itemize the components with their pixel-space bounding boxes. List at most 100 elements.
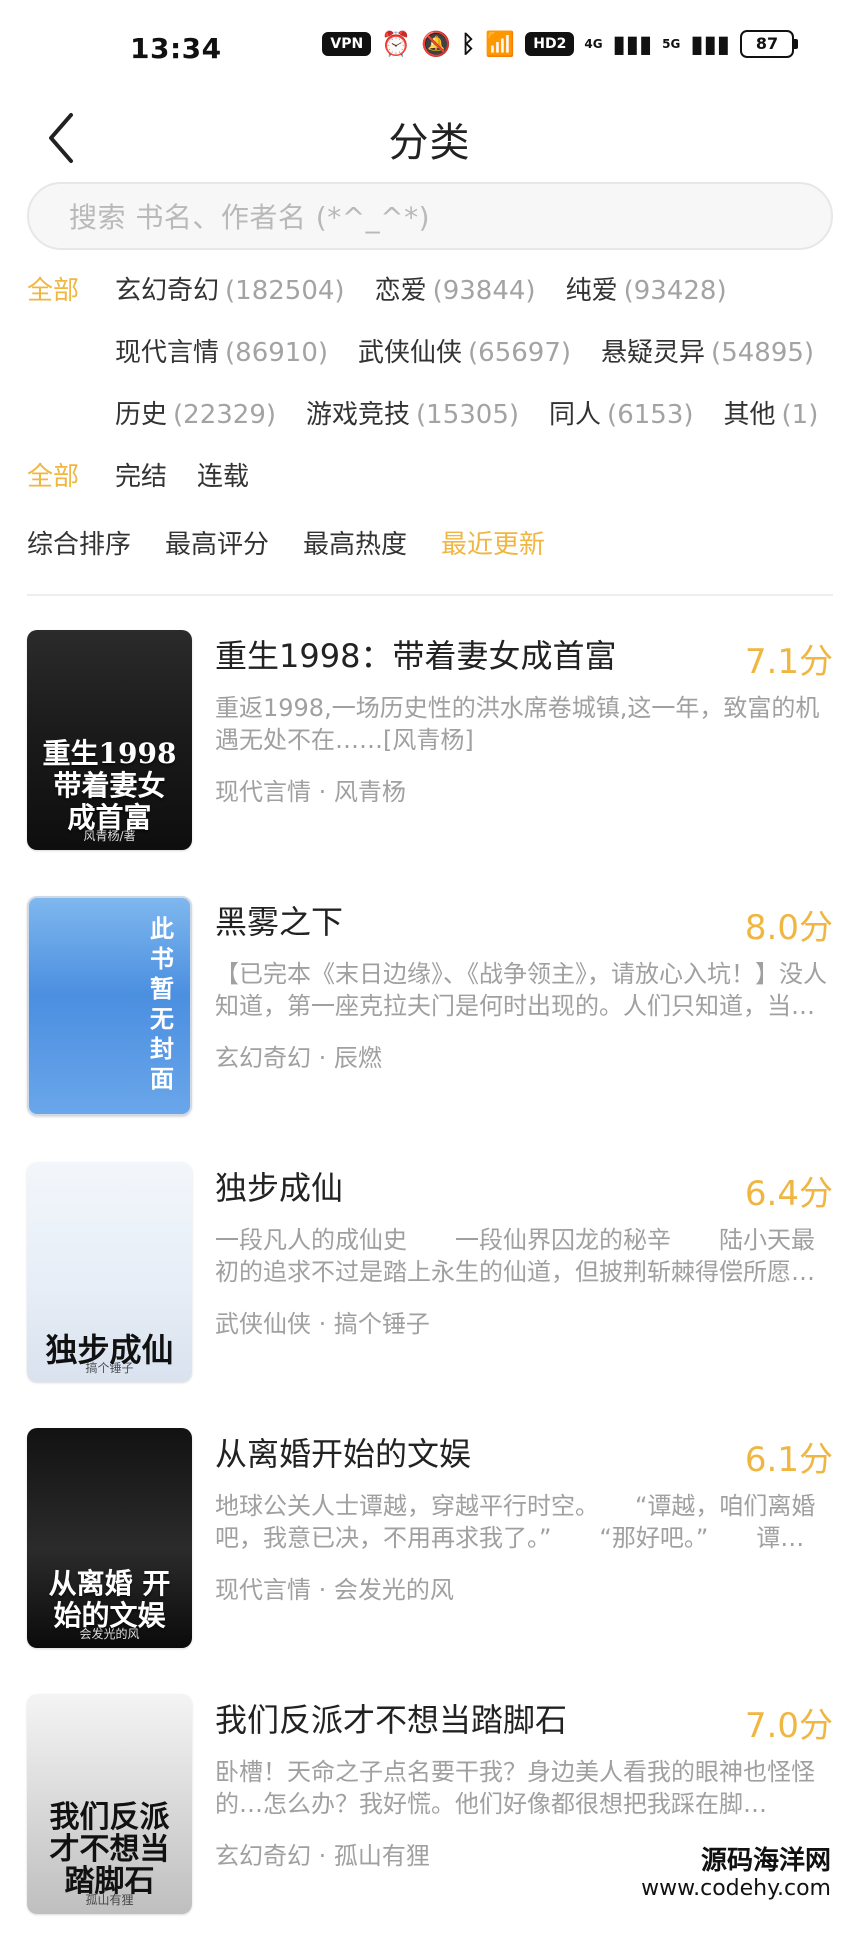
book-cover: 我们反派 才不想当 踏脚石 孤山有狸 bbox=[27, 1694, 192, 1914]
genre-filter-row: 全部 玄幻奇幻 (182504) 恋爱 (93844) 纯爱 (93428) bbox=[27, 270, 833, 332]
book-info: 武侠仙侠 · 搞个锤子 bbox=[215, 1304, 833, 1339]
cover-author: 孤山有狸 bbox=[85, 1893, 134, 1907]
top-header: 分类 bbox=[0, 100, 859, 185]
status-filter-row: 全部 完结 连载 bbox=[27, 456, 833, 518]
genre-name: 其他 bbox=[723, 400, 776, 430]
cover-title: 从离婚 开始的文娱 bbox=[48, 1567, 171, 1632]
book-info: 玄幻奇幻 · 辰燃 bbox=[215, 1038, 833, 1073]
alarm-icon: ⏰ bbox=[381, 30, 412, 58]
genre-options: 历史 (22329) 游戏竞技 (15305) 同人 (6153) 其他 (1) bbox=[115, 394, 818, 431]
book-score: 8.0分 bbox=[744, 908, 833, 948]
book-item[interactable]: 我们反派 才不想当 踏脚石 孤山有狸 我们反派才不想当踏脚石 7.0分 卧槽！天… bbox=[27, 1694, 833, 1960]
book-category: 现代言情 bbox=[215, 778, 311, 806]
genre-name: 现代言情 bbox=[115, 338, 220, 368]
status-all[interactable]: 全部 bbox=[27, 456, 115, 493]
separator-dot: · bbox=[318, 778, 334, 806]
signal-icon: ▮▮▮ bbox=[690, 30, 730, 58]
status-option[interactable]: 连载 bbox=[197, 456, 249, 493]
genre-option[interactable]: 游戏竞技 (15305) bbox=[306, 394, 519, 431]
genre-count: (86910) bbox=[225, 338, 329, 368]
separator-dot: · bbox=[318, 1576, 334, 1604]
separator-dot: · bbox=[318, 1842, 334, 1870]
genre-name: 同人 bbox=[549, 400, 602, 430]
genre-name: 武侠仙侠 bbox=[358, 338, 463, 368]
genre-option[interactable]: 悬疑灵异 (54895) bbox=[601, 332, 814, 369]
book-cover: 重生1998 带着妻女 成首富 风青杨/著 bbox=[27, 630, 192, 850]
sort-option[interactable]: 最高热度 bbox=[303, 524, 407, 561]
book-item[interactable]: 重生1998 带着妻女 成首富 风青杨/著 重生1998：带着妻女成首富 7.1… bbox=[27, 630, 833, 896]
genre-count: (15305) bbox=[416, 400, 520, 430]
mute-icon: 🔕 bbox=[421, 30, 451, 58]
book-author: 搞个锤子 bbox=[333, 1310, 430, 1338]
genre-count: (182504) bbox=[225, 276, 345, 306]
status-option[interactable]: 完结 bbox=[115, 456, 167, 493]
book-category: 玄幻奇幻 bbox=[215, 1842, 311, 1870]
genre-count: (22329) bbox=[173, 400, 277, 430]
genre-option[interactable]: 纯爱 (93428) bbox=[566, 270, 727, 307]
book-category: 现代言情 bbox=[215, 1576, 311, 1604]
book-item[interactable]: 从离婚 开始的文娱 会发光的风 从离婚开始的文娱 6.1分 地球公关人士谭越，穿… bbox=[27, 1428, 833, 1694]
cover-vertical-text: 此书暂无封面 bbox=[150, 915, 174, 1093]
book-description: 【已完本《末日边缘》、《战争领主》，请放心入坑！】没人知道，第一座克拉夫门是何时… bbox=[215, 960, 827, 1020]
book-title: 黑雾之下 bbox=[215, 903, 344, 941]
genre-options: 现代言情 (86910) 武侠仙侠 (65697) 悬疑灵异 (54895) bbox=[115, 332, 814, 369]
genre-count: (93428) bbox=[623, 276, 727, 306]
book-item[interactable]: 独步成仙 搞个锤子 独步成仙 6.4分 一段凡人的成仙史 一段仙界囚龙的秘辛 陆… bbox=[27, 1162, 833, 1428]
genre-option[interactable]: 恋爱 (93844) bbox=[375, 270, 536, 307]
page-title: 分类 bbox=[388, 120, 471, 166]
status-icons: VPN ⏰ 🔕 ᛒ 📶 HD2 4G ▮▮▮ 5G ▮▮▮ 87 bbox=[322, 30, 798, 58]
book-title: 从离婚开始的文娱 bbox=[215, 1435, 472, 1473]
book-description: 地球公关人士谭越，穿越平行时空。 “谭越，咱们离婚吧，我意已决，不用再求我了。”… bbox=[215, 1492, 816, 1552]
separator-dot: · bbox=[318, 1044, 334, 1072]
watermark-line-1: 源码海洋网 bbox=[700, 1846, 831, 1876]
book-description: 重返1998,一场历史性的洪水席卷城镇,这一年，致富的机遇无处不在……[风青杨] bbox=[215, 694, 820, 754]
status-bar: 13:34 VPN ⏰ 🔕 ᛒ 📶 HD2 4G ▮▮▮ 5G ▮▮▮ 87 bbox=[0, 0, 859, 100]
book-cover: 独步成仙 搞个锤子 bbox=[27, 1162, 192, 1382]
book-cover: 此书暂无封面 bbox=[27, 896, 192, 1116]
book-info: 现代言情 · 会发光的风 bbox=[215, 1570, 833, 1605]
sort-option[interactable]: 最高评分 bbox=[165, 524, 269, 561]
battery-indicator: 87 bbox=[740, 30, 798, 58]
genre-option[interactable]: 历史 (22329) bbox=[115, 394, 276, 431]
genre-options: 玄幻奇幻 (182504) 恋爱 (93844) 纯爱 (93428) bbox=[115, 270, 727, 307]
book-meta: 我们反派才不想当踏脚石 7.0分 卧槽！天命之子点名要干我？身边美人看我的眼神也… bbox=[215, 1694, 833, 1960]
genre-filter-row-3: 历史 (22329) 游戏竞技 (15305) 同人 (6153) 其他 (1) bbox=[27, 394, 833, 456]
book-author: 孤山有狸 bbox=[333, 1842, 430, 1870]
signal-icon: ▮▮▮ bbox=[612, 30, 653, 58]
book-category: 玄幻奇幻 bbox=[215, 1044, 311, 1072]
book-title: 我们反派才不想当踏脚石 bbox=[215, 1701, 568, 1739]
sort-option[interactable]: 综合排序 bbox=[27, 524, 131, 561]
cover-author: 会发光的风 bbox=[79, 1627, 140, 1641]
network-4g-label: 4G bbox=[584, 37, 603, 51]
genre-option[interactable]: 现代言情 (86910) bbox=[115, 332, 328, 369]
sort-row: 综合排序 最高评分 最高热度 最近更新 bbox=[27, 524, 833, 561]
genre-count: (54895) bbox=[711, 338, 815, 368]
cover-author: 搞个锤子 bbox=[85, 1361, 134, 1375]
book-list: 重生1998 带着妻女 成首富 风青杨/著 重生1998：带着妻女成首富 7.1… bbox=[27, 630, 833, 1960]
genre-name: 玄幻奇幻 bbox=[115, 276, 220, 306]
genre-option[interactable]: 其他 (1) bbox=[724, 394, 819, 431]
genre-name: 恋爱 bbox=[374, 276, 427, 306]
genre-filter-row-2: 现代言情 (86910) 武侠仙侠 (65697) 悬疑灵异 (54895) bbox=[27, 332, 833, 394]
book-meta: 独步成仙 6.4分 一段凡人的成仙史 一段仙界囚龙的秘辛 陆小天最初的追求不过是… bbox=[215, 1162, 833, 1428]
genre-option[interactable]: 武侠仙侠 (65697) bbox=[358, 332, 571, 369]
genre-option[interactable]: 玄幻奇幻 (182504) bbox=[115, 270, 345, 307]
book-item[interactable]: 此书暂无封面 黑雾之下 8.0分 【已完本《末日边缘》、《战争领主》，请放心入坑… bbox=[27, 896, 833, 1162]
battery-level: 87 bbox=[755, 34, 779, 53]
network-5g-label: 5G bbox=[662, 37, 681, 51]
cover-title: 重生1998 带着妻女 成首富 bbox=[42, 737, 177, 834]
cover-author: 风青杨/著 bbox=[83, 829, 136, 843]
book-score: 7.0分 bbox=[744, 1706, 833, 1746]
genre-all[interactable]: 全部 bbox=[27, 270, 115, 307]
genre-name: 纯爱 bbox=[565, 276, 618, 306]
cover-title: 我们反派 才不想当 踏脚石 bbox=[49, 1800, 170, 1899]
search-input[interactable]: 搜索 书名、作者名 (*^_^*) bbox=[27, 182, 833, 250]
genre-count: (6153) bbox=[607, 400, 694, 430]
divider bbox=[27, 594, 833, 596]
book-category: 武侠仙侠 bbox=[215, 1310, 311, 1338]
book-author: 辰燃 bbox=[333, 1044, 382, 1072]
genre-option[interactable]: 同人 (6153) bbox=[549, 394, 693, 431]
sort-option-active[interactable]: 最近更新 bbox=[441, 524, 545, 561]
book-title: 重生1998：带着妻女成首富 bbox=[215, 637, 617, 675]
book-score: 6.1分 bbox=[744, 1440, 833, 1480]
